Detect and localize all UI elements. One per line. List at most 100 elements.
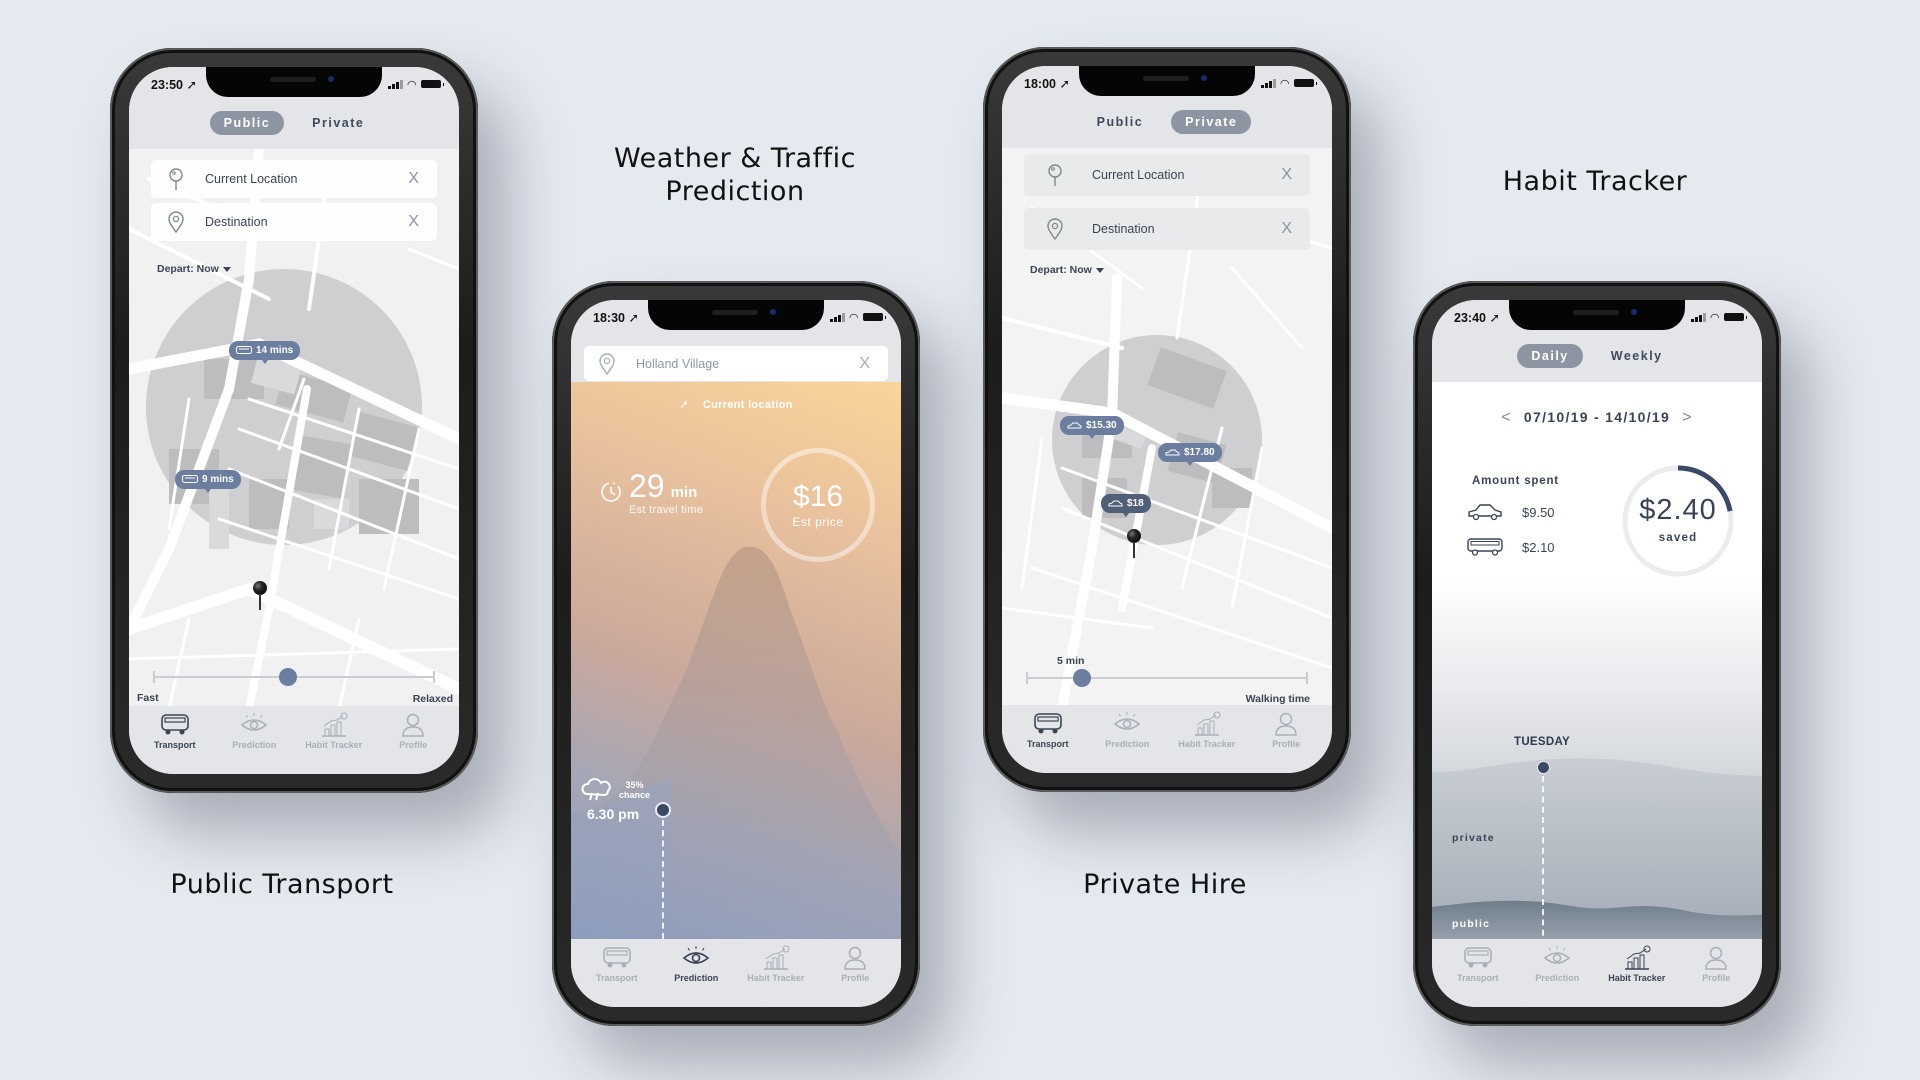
segment-weekly[interactable]: Weekly bbox=[1597, 344, 1677, 368]
rain-time: 6.30 pm bbox=[587, 806, 640, 822]
tab-label: Profile bbox=[399, 740, 428, 750]
spent-row-public: $2.10 bbox=[1466, 537, 1555, 557]
destination-map-pin[interactable] bbox=[253, 581, 267, 611]
series-label-private: private bbox=[1452, 832, 1495, 844]
current-location-field[interactable]: Current Location X bbox=[151, 160, 437, 198]
speed-slider[interactable] bbox=[153, 665, 435, 689]
segment-private[interactable]: Private bbox=[298, 111, 378, 135]
slider-max-tick bbox=[433, 671, 435, 683]
destination-field[interactable]: Destination X bbox=[151, 203, 437, 241]
signal-icon bbox=[1261, 78, 1276, 88]
profile-icon bbox=[1705, 946, 1728, 970]
rain-cloud-icon bbox=[581, 778, 611, 801]
tab-transport[interactable]: Transport bbox=[577, 939, 657, 1007]
fare-bubble-text: $15.30 bbox=[1086, 420, 1117, 431]
saved-value: $2.40 bbox=[1639, 494, 1717, 526]
tab-profile[interactable]: Profile bbox=[1247, 705, 1327, 773]
tab-prediction[interactable]: Prediction bbox=[1518, 939, 1598, 1007]
current-location-field[interactable]: Current Location X bbox=[1024, 154, 1310, 196]
eye-icon bbox=[1114, 712, 1141, 730]
tab-profile[interactable]: Profile bbox=[816, 939, 896, 1007]
status-time: 18:30 ➚ bbox=[593, 310, 639, 325]
rain-chance: 35% chance bbox=[619, 780, 651, 800]
tab-prediction[interactable]: Prediction bbox=[657, 939, 737, 1007]
chart-icon bbox=[763, 945, 790, 970]
date-range-label: 07/10/19 - 14/10/19 bbox=[1523, 409, 1671, 425]
tab-transport[interactable]: Transport bbox=[1008, 705, 1088, 773]
caption-weather-line1: Weather & Traffic bbox=[614, 143, 856, 174]
destination-search-field[interactable]: Holland Village X bbox=[584, 346, 888, 381]
signal-icon bbox=[830, 312, 845, 322]
slider-knob[interactable] bbox=[1073, 669, 1092, 687]
wifi-icon: ◠ bbox=[849, 311, 858, 324]
bus-icon bbox=[236, 346, 252, 354]
tab-bar: Transport Prediction Habit Tracker Profi… bbox=[1432, 939, 1762, 1007]
notch bbox=[648, 300, 824, 330]
signal-icon bbox=[388, 79, 403, 89]
tab-prediction[interactable]: Prediction bbox=[215, 706, 295, 774]
tab-label: Habit Tracker bbox=[747, 973, 805, 983]
fare-bubble[interactable]: $15.30 bbox=[1060, 416, 1124, 439]
next-week-button[interactable]: > bbox=[1682, 409, 1693, 426]
tab-label: Prediction bbox=[1535, 973, 1580, 983]
status-time: 23:50 ➚ bbox=[151, 77, 197, 92]
fare-bubble[interactable]: $17.80 bbox=[1158, 443, 1222, 466]
clear-current-location-button[interactable]: X bbox=[408, 170, 419, 188]
bus-icon bbox=[1467, 538, 1503, 556]
screen: 23:40 ➚ ◠ Daily Weekly < 07/10/19 - 14/1… bbox=[1432, 300, 1762, 1007]
bus-icon bbox=[182, 475, 198, 483]
current-location-label: Current Location bbox=[1092, 168, 1185, 182]
mode-segmented-control: Public Private bbox=[1002, 110, 1332, 134]
prev-week-button[interactable]: < bbox=[1501, 409, 1512, 426]
walking-time-slider[interactable] bbox=[1026, 666, 1308, 690]
tab-label: Prediction bbox=[1105, 739, 1150, 749]
route-bubble[interactable]: 14 mins bbox=[229, 341, 301, 364]
slider-track bbox=[1026, 677, 1308, 679]
price-badge: $16 Est price bbox=[761, 448, 875, 562]
route-bubble[interactable]: 9 mins bbox=[175, 470, 241, 493]
segment-public[interactable]: Public bbox=[209, 111, 285, 135]
clear-search-button[interactable]: X bbox=[859, 355, 870, 373]
segment-private[interactable]: Private bbox=[1171, 110, 1252, 134]
clear-destination-button[interactable]: X bbox=[1281, 220, 1292, 238]
slider-knob[interactable] bbox=[279, 668, 298, 686]
phone-private-hire: 18:00 ➚ ◠ Public Private Current Locatio… bbox=[983, 47, 1351, 792]
fare-bubble-selected[interactable]: $18 bbox=[1101, 494, 1151, 517]
tab-label: Habit Tracker bbox=[305, 740, 363, 750]
notch bbox=[1509, 300, 1685, 330]
tab-prediction[interactable]: Prediction bbox=[1088, 705, 1168, 773]
destination-field[interactable]: Destination X bbox=[1024, 208, 1310, 250]
spent-row-private: $9.50 bbox=[1466, 502, 1555, 522]
tab-profile[interactable]: Profile bbox=[374, 706, 454, 774]
clear-current-location-button[interactable]: X bbox=[1281, 166, 1292, 184]
tab-label: Transport bbox=[1026, 739, 1069, 749]
chart-icon bbox=[1624, 945, 1651, 970]
tab-habit-tracker[interactable]: Habit Tracker bbox=[294, 706, 374, 774]
tab-habit-tracker[interactable]: Habit Tracker bbox=[1597, 939, 1677, 1007]
car-icon bbox=[1165, 449, 1180, 455]
current-location-indicator[interactable]: ➚ Current location bbox=[571, 398, 901, 411]
tab-transport[interactable]: Transport bbox=[135, 706, 215, 774]
timeline-marker[interactable] bbox=[655, 802, 671, 818]
destination-map-pin[interactable] bbox=[1127, 529, 1141, 559]
tab-transport[interactable]: Transport bbox=[1438, 939, 1518, 1007]
eye-icon bbox=[682, 946, 710, 964]
clear-destination-button[interactable]: X bbox=[408, 213, 419, 231]
selected-day-marker[interactable] bbox=[1537, 761, 1550, 774]
depart-dropdown[interactable]: Depart: Now bbox=[157, 263, 231, 275]
tab-habit-tracker[interactable]: Habit Tracker bbox=[736, 939, 816, 1007]
segment-public[interactable]: Public bbox=[1083, 110, 1158, 134]
segment-daily[interactable]: Daily bbox=[1517, 344, 1583, 368]
tab-label: Prediction bbox=[232, 740, 277, 750]
tab-label: Profile bbox=[841, 973, 870, 983]
tab-habit-tracker[interactable]: Habit Tracker bbox=[1167, 705, 1247, 773]
travel-time-value: 29 bbox=[629, 468, 665, 504]
caption-habit-tracker: Habit Tracker bbox=[1502, 166, 1688, 197]
tab-profile[interactable]: Profile bbox=[1677, 939, 1757, 1007]
date-range-navigator: <07/10/19 - 14/10/19 > bbox=[1432, 409, 1762, 427]
wifi-icon: ◠ bbox=[1280, 77, 1289, 90]
phone-habit-tracker: 23:40 ➚ ◠ Daily Weekly < 07/10/19 - 14/1… bbox=[1413, 281, 1781, 1026]
tab-label: Transport bbox=[1456, 973, 1499, 983]
depart-dropdown[interactable]: Depart: Now bbox=[1030, 264, 1104, 276]
location-arrow-icon: ➚ bbox=[186, 77, 197, 92]
